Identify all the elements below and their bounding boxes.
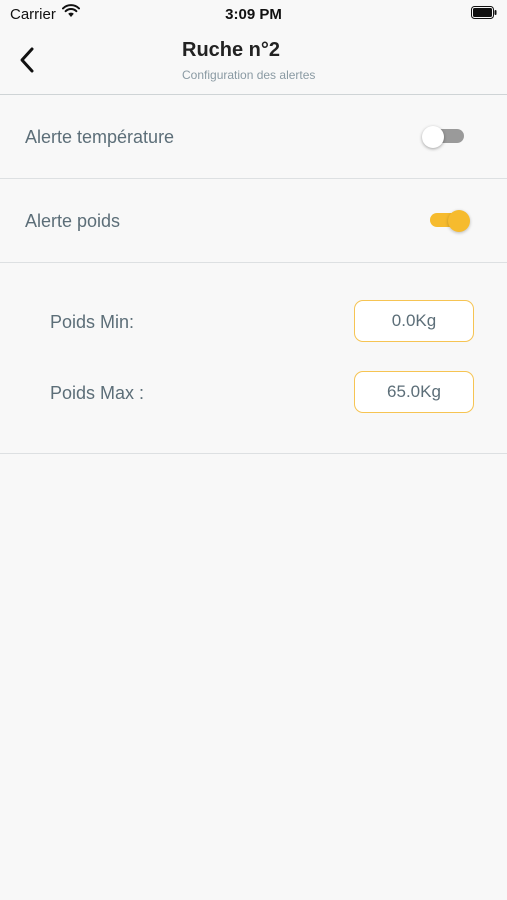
- temperature-alert-row: Alerte température: [0, 95, 507, 178]
- weight-max-input[interactable]: 65.0Kg: [354, 371, 474, 413]
- divider: [0, 453, 507, 454]
- status-time: 3:09 PM: [225, 6, 282, 23]
- toggle-knob: [448, 210, 470, 232]
- battery-icon: [471, 6, 497, 19]
- weight-min-label: Poids Min:: [50, 312, 135, 332]
- status-bar: Carrier 3:09 PM: [0, 0, 507, 28]
- temperature-alert-label: Alerte température: [25, 127, 175, 147]
- page-subtitle: Configuration des alertes: [182, 68, 316, 82]
- weight-max-label: Poids Max :: [50, 383, 145, 403]
- toggle-knob: [422, 126, 444, 148]
- temperature-alert-toggle[interactable]: [422, 126, 466, 148]
- weight-alert-label: Alerte poids: [25, 211, 121, 231]
- weight-alert-toggle[interactable]: [426, 210, 470, 232]
- chevron-left-icon: [20, 47, 34, 73]
- page-title: Ruche n°2: [182, 39, 281, 61]
- nav-bar: Ruche n°2 Configuration des alertes: [0, 28, 507, 94]
- weight-min-input[interactable]: 0.0Kg: [354, 300, 474, 342]
- back-button[interactable]: [14, 44, 42, 76]
- divider: [0, 262, 507, 263]
